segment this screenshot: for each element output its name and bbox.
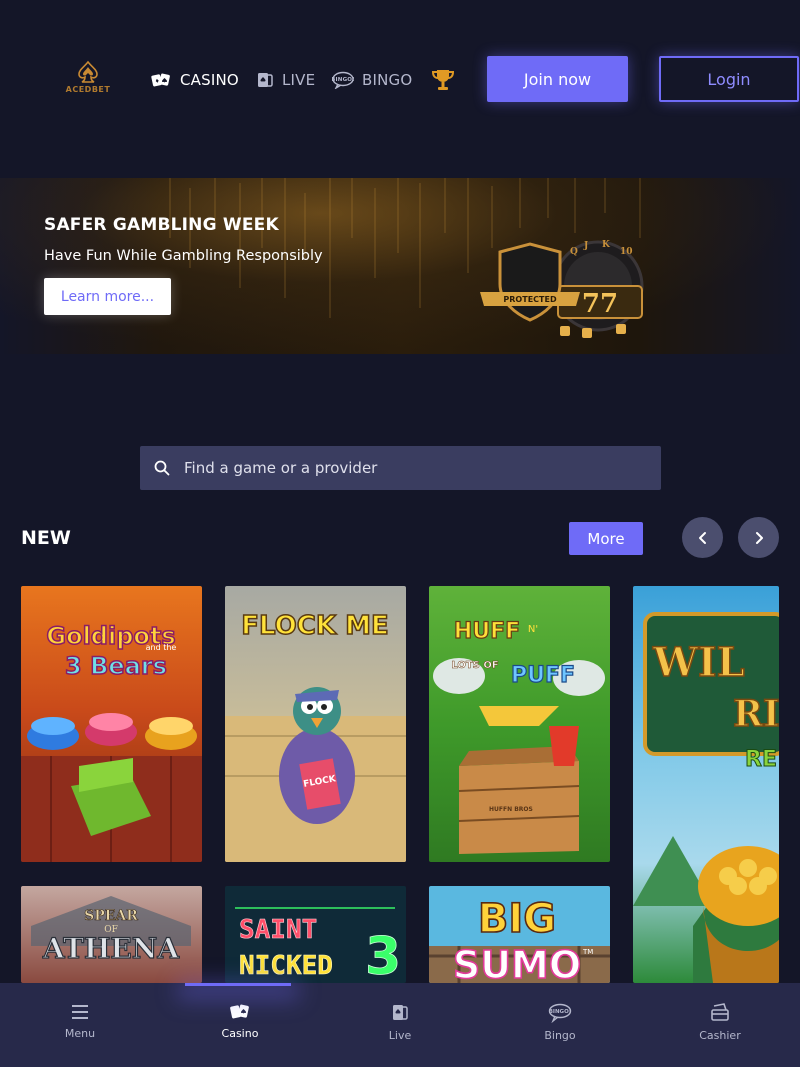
- carousel-prev-button[interactable]: [682, 517, 723, 558]
- logo-text: ACEDBET: [65, 85, 111, 94]
- carousel-next-button[interactable]: [738, 517, 779, 558]
- game-search[interactable]: [140, 446, 661, 490]
- bottom-nav-menu[interactable]: Menu: [0, 983, 160, 1067]
- bingo-icon: BINGO!: [332, 71, 354, 89]
- spear-of-athena-artwork: SPEAR OF ATHENA: [21, 886, 202, 983]
- goldipots-title-small: and the: [146, 643, 177, 652]
- huff-title-line1: HUFF: [454, 619, 520, 644]
- bottom-nav-bingo-label: Bingo: [544, 1029, 576, 1042]
- game-tile-flock-me[interactable]: FLOCK FLOCK ME: [225, 586, 406, 862]
- learn-more-button[interactable]: Learn more...: [44, 278, 171, 315]
- huff-title-small: N': [528, 624, 538, 635]
- athena-title-line2: ATHENA: [42, 932, 180, 965]
- saint-nicked-artwork: SAINT NICKED 3: [225, 886, 406, 983]
- cards-icon: [151, 73, 170, 87]
- huff-crate-text: HUFFN BROS: [489, 806, 533, 813]
- svg-text:Q: Q: [570, 247, 578, 257]
- nav-live[interactable]: LIVE: [256, 68, 315, 92]
- svg-text:BINGO!: BINGO!: [549, 1009, 572, 1015]
- big-sumo-title-line1: BIG: [478, 896, 556, 942]
- chevron-right-icon: [755, 531, 763, 544]
- promo-banner[interactable]: SAFER GAMBLING WEEK Have Fun While Gambl…: [0, 178, 800, 354]
- section-title-new: NEW: [21, 527, 71, 549]
- cashier-icon: [711, 1003, 729, 1021]
- wild-riches-title-line3: RE: [745, 747, 777, 772]
- cards-icon: [230, 1004, 249, 1019]
- goldipots-artwork: Goldipots and the 3 Bears: [21, 586, 202, 862]
- bingo-icon: BINGO!: [549, 1003, 572, 1023]
- trophy-icon: [431, 70, 455, 90]
- login-button[interactable]: Login: [659, 56, 799, 102]
- game-tile-saint-nicked[interactable]: SAINT NICKED 3: [225, 886, 406, 983]
- spade-logo-icon: [78, 60, 98, 83]
- nav-bingo[interactable]: BINGO! BINGO: [332, 68, 412, 92]
- bottom-nav-cashier-label: Cashier: [699, 1029, 741, 1042]
- saint-nicked-title-line1: SAINT: [239, 915, 317, 945]
- svg-text:J: J: [583, 241, 588, 251]
- live-cards-icon: [258, 73, 273, 87]
- bottom-nav-live[interactable]: Live: [320, 983, 480, 1067]
- menu-icon: [72, 1005, 88, 1019]
- athena-title-line1: SPEAR: [84, 908, 138, 924]
- banner-subtitle: Have Fun While Gambling Responsibly: [44, 248, 323, 264]
- banner-background-art: [169, 178, 641, 318]
- brand-logo[interactable]: ACEDBET: [62, 60, 114, 100]
- huff-n-puff-artwork: HUFFN BROS HUFF N' LOTS OF PUFF: [429, 586, 610, 862]
- more-button[interactable]: More: [569, 522, 643, 555]
- game-tile-wild-riches[interactable]: WIL RI RE: [633, 586, 779, 983]
- bottom-nav-cashier[interactable]: Cashier: [640, 983, 800, 1067]
- chevron-left-icon: [698, 531, 706, 544]
- svg-text:10: 10: [620, 247, 633, 257]
- bottom-nav-casino[interactable]: Casino: [160, 983, 320, 1067]
- big-sumo-trademark: TM: [582, 948, 593, 956]
- bottom-nav-bingo[interactable]: BINGO! Bingo: [480, 983, 640, 1067]
- wild-riches-title-line2: RI: [733, 693, 779, 735]
- banner-reel-text: 77: [582, 289, 618, 319]
- svg-text:K: K: [602, 240, 611, 250]
- saint-nicked-title-line2: NICKED: [239, 951, 333, 981]
- join-now-button[interactable]: Join now: [487, 56, 628, 102]
- big-sumo-artwork: BIG SUMO TM: [429, 886, 610, 983]
- goldipots-title-line2: 3 Bears: [65, 652, 167, 680]
- saint-nicked-title-number: 3: [365, 927, 401, 983]
- game-tile-big-sumo[interactable]: BIG SUMO TM: [429, 886, 610, 983]
- bottom-nav-live-label: Live: [388, 1029, 412, 1042]
- nav-casino-label: CASINO: [180, 71, 239, 89]
- wild-riches-artwork: WIL RI RE: [633, 586, 779, 983]
- bottom-navigation: Menu Casino Live BINGO! Bingo Cashier: [0, 983, 800, 1067]
- huff-title-line3: PUFF: [511, 663, 575, 688]
- svg-text:BINGO!: BINGO!: [332, 77, 354, 83]
- nav-live-label: LIVE: [282, 71, 316, 89]
- search-input[interactable]: [184, 459, 624, 477]
- bottom-nav-active-indicator: [185, 983, 291, 986]
- game-tile-huff-n-puff[interactable]: HUFFN BROS HUFF N' LOTS OF PUFF: [429, 586, 610, 862]
- wild-riches-title-line1: WIL: [652, 639, 745, 686]
- game-tile-goldipots[interactable]: Goldipots and the 3 Bears: [21, 586, 202, 862]
- huff-title-line2: LOTS OF: [451, 660, 498, 671]
- nav-bingo-label: BINGO: [362, 71, 413, 89]
- big-sumo-title-line2: SUMO: [453, 943, 581, 983]
- live-cards-icon: [393, 1005, 408, 1020]
- flock-me-artwork: FLOCK FLOCK ME: [225, 586, 406, 862]
- banner-shield-text: PROTECTED: [503, 295, 557, 304]
- nav-promotions[interactable]: [430, 67, 456, 97]
- bottom-nav-menu-label: Menu: [64, 1027, 96, 1040]
- safe-gambling-illustration: QJ K 10 77 PROTECTED: [480, 240, 644, 338]
- bottom-nav-casino-label: Casino: [221, 1027, 259, 1040]
- nav-casino[interactable]: CASINO: [150, 68, 239, 92]
- banner-title: SAFER GAMBLING WEEK: [44, 215, 279, 235]
- flock-me-title: FLOCK ME: [241, 611, 388, 641]
- search-icon: [154, 460, 170, 476]
- game-tile-spear-of-athena[interactable]: SPEAR OF ATHENA: [21, 886, 202, 983]
